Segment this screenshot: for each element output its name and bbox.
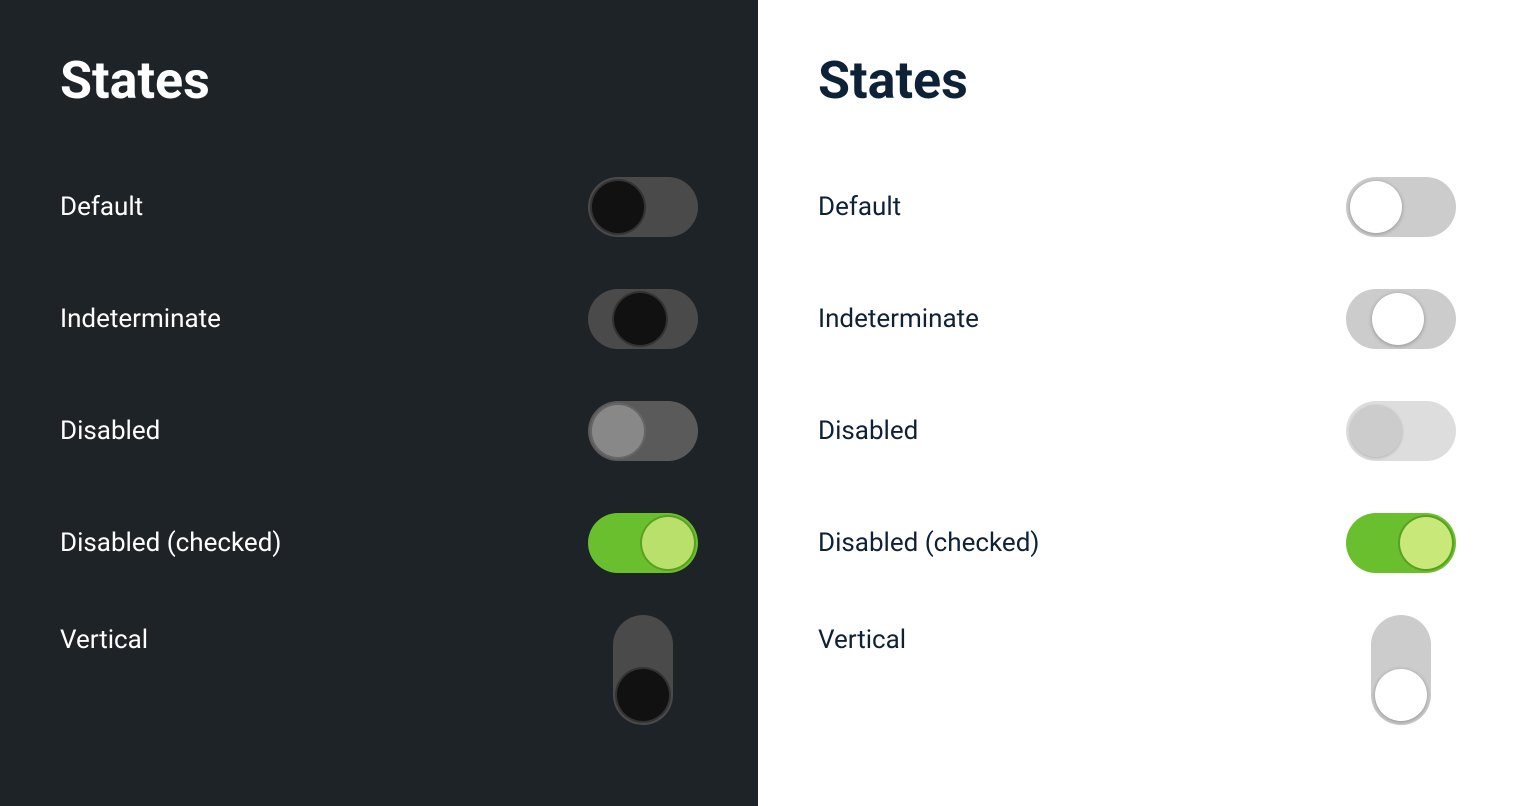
- dark-vertical-track: [613, 615, 673, 725]
- light-panel-title: States: [818, 50, 1456, 111]
- light-indeterminate-track: [1346, 289, 1456, 349]
- dark-disabled-thumb: [592, 405, 644, 457]
- light-indeterminate-toggle[interactable]: [1346, 289, 1456, 349]
- dark-disabled-row: Disabled: [60, 375, 698, 487]
- dark-indeterminate-row: Indeterminate: [60, 263, 698, 375]
- light-panel: States Default Indeterminate Disabled Di…: [758, 0, 1516, 806]
- light-default-thumb: [1350, 181, 1402, 233]
- dark-disabled-checked-label: Disabled (checked): [60, 528, 281, 558]
- light-indeterminate-thumb: [1372, 293, 1424, 345]
- light-disabled-toggle: [1346, 401, 1456, 461]
- light-indeterminate-row: Indeterminate: [818, 263, 1456, 375]
- dark-indeterminate-toggle[interactable]: [588, 289, 698, 349]
- light-disabled-row: Disabled: [818, 375, 1456, 487]
- light-default-track: [1346, 177, 1456, 237]
- dark-disabled-checked-thumb: [642, 517, 694, 569]
- dark-disabled-toggle: [588, 401, 698, 461]
- dark-default-toggle[interactable]: [588, 177, 698, 237]
- light-indeterminate-label: Indeterminate: [818, 304, 979, 334]
- dark-disabled-checked-track: [588, 513, 698, 573]
- dark-disabled-checked-row: Disabled (checked): [60, 487, 698, 599]
- light-disabled-track: [1346, 401, 1456, 461]
- dark-panel-title: States: [60, 50, 698, 111]
- light-default-row: Default: [818, 151, 1456, 263]
- dark-vertical-toggle[interactable]: [588, 615, 698, 725]
- light-vertical-toggle[interactable]: [1346, 615, 1456, 725]
- light-disabled-checked-label: Disabled (checked): [818, 528, 1039, 558]
- light-vertical-thumb: [1375, 669, 1427, 721]
- light-disabled-checked-thumb: [1400, 517, 1452, 569]
- dark-vertical-label: Vertical: [60, 615, 148, 655]
- dark-indeterminate-thumb: [614, 293, 666, 345]
- dark-disabled-checked-toggle: [588, 513, 698, 573]
- dark-default-label: Default: [60, 192, 143, 222]
- light-disabled-checked-track: [1346, 513, 1456, 573]
- light-disabled-label: Disabled: [818, 416, 918, 446]
- dark-default-track: [588, 177, 698, 237]
- dark-vertical-thumb: [617, 669, 669, 721]
- light-vertical-track: [1371, 615, 1431, 725]
- light-disabled-checked-toggle: [1346, 513, 1456, 573]
- dark-indeterminate-label: Indeterminate: [60, 304, 221, 334]
- light-default-label: Default: [818, 192, 901, 222]
- light-vertical-label: Vertical: [818, 615, 906, 655]
- light-disabled-checked-row: Disabled (checked): [818, 487, 1456, 599]
- dark-disabled-label: Disabled: [60, 416, 160, 446]
- light-vertical-row: Vertical: [818, 599, 1456, 741]
- dark-default-thumb: [592, 181, 644, 233]
- dark-indeterminate-track: [588, 289, 698, 349]
- light-disabled-thumb: [1350, 405, 1402, 457]
- dark-panel: States Default Indeterminate Disabled Di…: [0, 0, 758, 806]
- dark-default-row: Default: [60, 151, 698, 263]
- dark-disabled-track: [588, 401, 698, 461]
- dark-vertical-row: Vertical: [60, 599, 698, 741]
- light-default-toggle[interactable]: [1346, 177, 1456, 237]
